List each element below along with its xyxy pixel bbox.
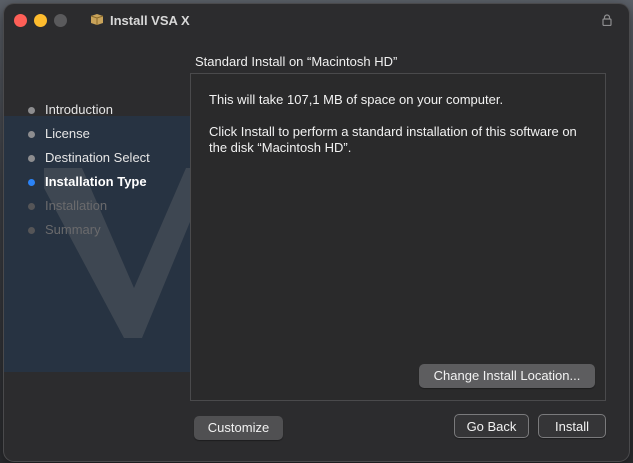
step-summary: Summary xyxy=(4,218,190,242)
step-label: Summary xyxy=(45,222,101,237)
zoom-button xyxy=(54,14,67,27)
window-title: Install VSA X xyxy=(110,13,190,28)
step-dot xyxy=(28,107,35,114)
title-bar[interactable]: Install VSA X xyxy=(4,4,629,38)
step-installation: Installation xyxy=(4,194,190,218)
minimize-button[interactable] xyxy=(34,14,47,27)
installer-window: Install VSA X Introduction License Desti… xyxy=(4,4,629,461)
step-label: Installation Type xyxy=(45,174,147,189)
step-destination-select: Destination Select xyxy=(4,146,190,170)
lock-icon xyxy=(602,14,612,26)
step-introduction: Introduction xyxy=(4,98,190,122)
step-label: Introduction xyxy=(45,102,113,117)
space-required-text: This will take 107,1 MB of space on your… xyxy=(209,92,504,107)
install-button[interactable]: Install xyxy=(538,414,606,438)
step-installation-type: Installation Type xyxy=(4,170,190,194)
step-dot xyxy=(28,227,35,234)
change-install-location-button[interactable]: Change Install Location... xyxy=(419,364,595,388)
step-license: License xyxy=(4,122,190,146)
go-back-button[interactable]: Go Back xyxy=(454,414,529,438)
customize-button[interactable]: Customize xyxy=(194,416,283,440)
step-label: Installation xyxy=(45,198,108,213)
sidebar: Introduction License Destination Select … xyxy=(4,38,190,461)
step-list: Introduction License Destination Select … xyxy=(4,98,190,242)
package-icon xyxy=(90,14,104,25)
close-button[interactable] xyxy=(14,14,27,27)
step-label: Destination Select xyxy=(45,150,150,165)
install-instructions-text: Click Install to perform a standard inst… xyxy=(209,124,577,155)
content-text: This will take 107,1 MB of space on your… xyxy=(209,92,589,172)
step-dot xyxy=(28,155,35,162)
step-label: License xyxy=(45,126,90,141)
step-dot-current xyxy=(28,179,35,186)
step-dot xyxy=(28,131,35,138)
step-dot xyxy=(28,203,35,210)
page-heading: Standard Install on “Macintosh HD” xyxy=(195,54,398,69)
content-panel: This will take 107,1 MB of space on your… xyxy=(190,73,606,401)
